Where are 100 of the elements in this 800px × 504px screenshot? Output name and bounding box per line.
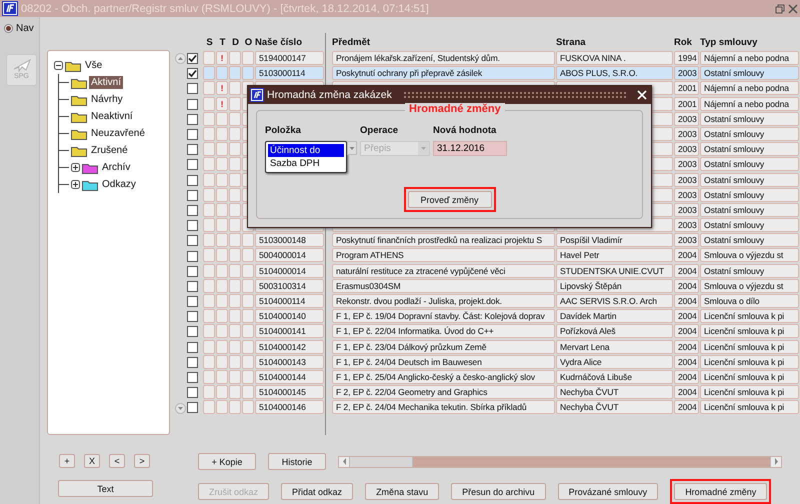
action-button[interactable]: Přesun do archivu [451, 483, 546, 500]
table-cell [229, 126, 241, 141]
checkbox[interactable] [187, 83, 198, 94]
checkbox[interactable] [187, 174, 198, 186]
checkbox[interactable] [187, 235, 198, 246]
tree-item[interactable]: Archív [100, 161, 132, 174]
tree-item[interactable]: Neaktivní [89, 110, 135, 123]
tree-item[interactable]: Zrušené [89, 144, 130, 157]
checkbox[interactable] [187, 402, 198, 414]
action-button[interactable]: Změna stavu [365, 483, 440, 500]
action-button[interactable]: Historie [268, 453, 326, 470]
expand-icon[interactable] [71, 180, 80, 189]
table-cell: Pospíšil Vladimír [556, 233, 673, 248]
table-cell [242, 400, 254, 414]
table-cell: 2003 [674, 218, 699, 232]
table-cell [216, 157, 228, 172]
table-cell: 5003100314 [255, 278, 324, 293]
table-cell: 5104000146 [255, 400, 324, 414]
checkbox[interactable] [187, 68, 198, 80]
checkbox[interactable] [187, 114, 198, 125]
table-cell: Kudrnáčová Libuše [556, 370, 673, 384]
table-cell: F 1, EP č. 19/04 Dopravní stavby. Část: Kolejová doprav [332, 309, 555, 324]
tree-button[interactable]: > [134, 454, 150, 468]
table-cell: 5103000148 [255, 233, 324, 248]
checkbox[interactable] [187, 280, 198, 292]
table-cell [216, 188, 228, 202]
table-cell: 2003 [674, 202, 699, 217]
group-title: Hromadné změny [405, 103, 505, 115]
tree-item[interactable]: Neuzavřené [89, 127, 147, 140]
table-cell: F 1, EP č. 22/04 Informatika. Úvod do C++ [332, 324, 555, 338]
checkbox[interactable] [187, 326, 198, 338]
table-cell: 2004 [674, 264, 699, 278]
tree-item[interactable]: Vše [83, 59, 104, 72]
checkbox[interactable] [187, 356, 198, 368]
tree-button[interactable]: < [109, 454, 125, 468]
checkbox[interactable] [187, 220, 198, 232]
action-button[interactable]: Hromadné změny [674, 483, 768, 500]
tree-item[interactable]: Odkazy [100, 178, 138, 191]
table-cell: 2004 [674, 324, 699, 338]
tree-item[interactable]: Návrhy [89, 93, 125, 106]
horizontal-scrollbar[interactable] [338, 456, 782, 468]
collapse-icon[interactable] [54, 61, 63, 70]
value-field[interactable]: 31.12.2016 [433, 141, 507, 156]
checkbox[interactable] [187, 53, 198, 64]
table-cell [229, 385, 241, 400]
checkbox[interactable] [187, 387, 198, 398]
table-cell [242, 370, 254, 384]
list-item[interactable]: Sazba DPH [268, 157, 344, 170]
table-cell: 2003 [674, 157, 699, 172]
checkbox[interactable] [187, 296, 198, 308]
table-cell [216, 400, 228, 414]
checkbox[interactable] [187, 250, 198, 262]
table-cell: Licenční smlouva k pi [700, 370, 799, 384]
text-button[interactable]: Text [58, 480, 153, 497]
item-list[interactable]: Účinnost do Sazba DPH [265, 141, 347, 173]
table-cell: Ostatní smlouvy [700, 142, 799, 156]
table-cell: 1994 [674, 51, 699, 65]
checkbox[interactable] [187, 266, 198, 277]
radio-button[interactable] [4, 24, 13, 33]
table-cell: Ostatní smlouvy [700, 233, 799, 248]
table-cell: F 1, EP č. 24/04 Deutsch im Bauwesen [332, 354, 555, 369]
table-cell: Ostatní smlouvy [700, 112, 799, 126]
checkbox[interactable] [187, 144, 198, 156]
arrow-right-icon [774, 458, 778, 465]
checkbox[interactable] [187, 190, 198, 201]
table-cell [216, 202, 228, 217]
table-cell: Licenční smlouva k pi [700, 340, 799, 354]
table-cell: Mervart Lena [556, 340, 673, 354]
restore-icon[interactable] [775, 4, 785, 14]
apply-button[interactable]: Proveď změny [408, 191, 492, 208]
table-cell [216, 66, 228, 80]
checkbox[interactable] [187, 204, 198, 216]
dropdown-button[interactable] [347, 141, 357, 155]
checkbox[interactable] [187, 98, 198, 110]
table-cell [229, 278, 241, 293]
action-button[interactable]: + Kopie [198, 453, 256, 470]
table-cell [216, 370, 228, 384]
table-cell: 2003 [674, 66, 699, 80]
table-cell [216, 218, 228, 232]
table-cell: Ostatní smlouvy [700, 66, 799, 80]
column-header: O [244, 36, 254, 50]
tree-button[interactable]: + [59, 454, 75, 468]
expand-icon[interactable] [71, 163, 80, 172]
table-cell: 2001 [674, 81, 699, 96]
checkbox[interactable] [187, 372, 198, 384]
tree-item[interactable]: Aktivní [89, 76, 124, 89]
checkbox[interactable] [187, 342, 198, 353]
list-item[interactable]: Účinnost do [268, 144, 344, 157]
table-cell: Erasmus0304SM [332, 278, 555, 293]
checkbox[interactable] [187, 159, 198, 170]
action-button[interactable]: Provázané smlouvy [558, 483, 658, 500]
table-cell: 2004 [674, 400, 699, 414]
column-header: Strana [556, 36, 587, 50]
action-button[interactable]: Přidat odkaz [281, 483, 354, 500]
checkbox[interactable] [187, 311, 198, 322]
table-cell: 2003 [674, 172, 699, 186]
table-cell [229, 354, 241, 369]
tree-button[interactable]: X [84, 454, 100, 468]
table-cell: 2004 [674, 294, 699, 308]
checkbox[interactable] [187, 129, 198, 140]
